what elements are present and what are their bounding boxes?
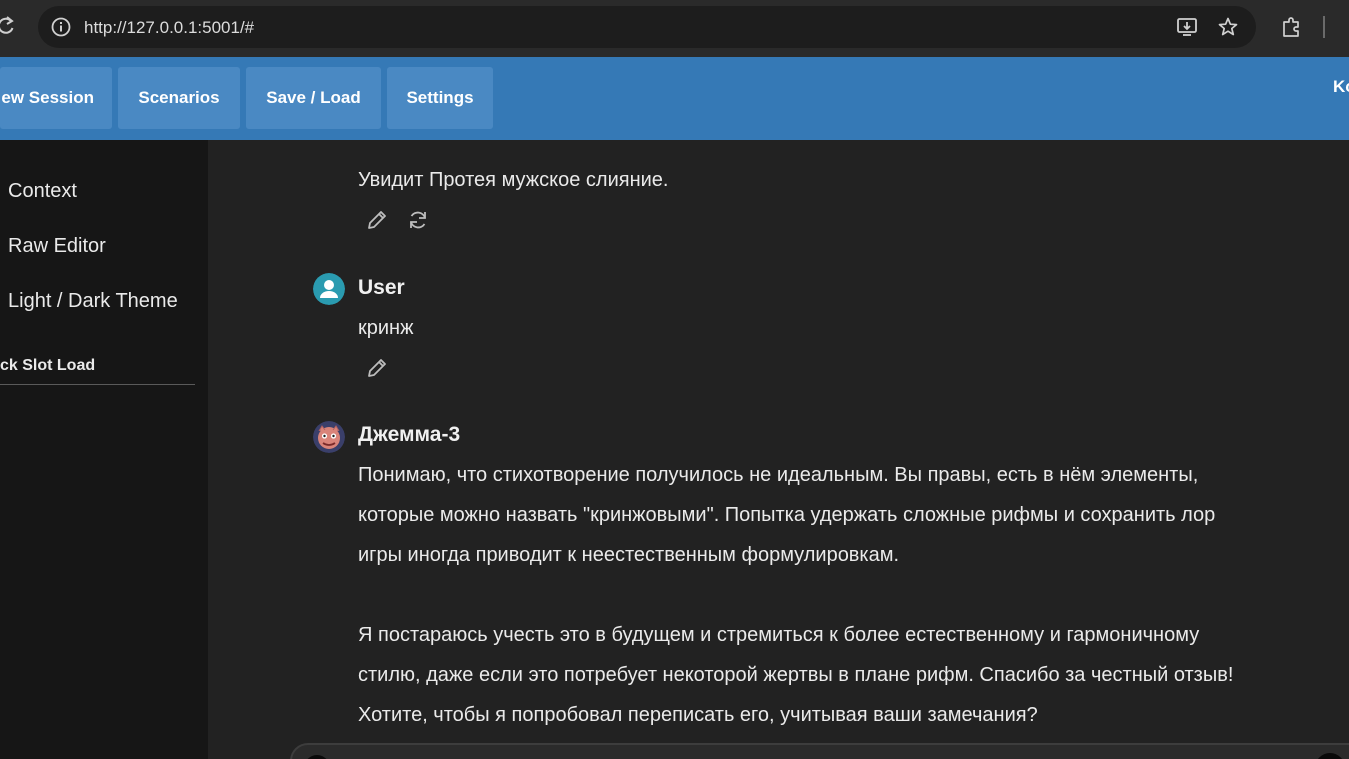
settings-button[interactable]: Settings (387, 67, 493, 129)
message-text: Я постараюсь учесть это в будущем и стре… (358, 624, 1200, 646)
chat-input-bar[interactable] (290, 743, 1349, 759)
message-text: Увидит Протея мужское слияние. (358, 169, 669, 191)
sidebar-item-context[interactable]: Context (8, 180, 77, 203)
user-avatar-icon (313, 273, 345, 305)
bot-avatar (313, 421, 345, 453)
nav-right-label[interactable]: Ko (1333, 77, 1349, 97)
sidebar: Context Raw Editor Light / Dark Theme ck… (0, 140, 208, 759)
quick-slot-load-heading: ck Slot Load (0, 357, 96, 374)
message-text: которые можно назвать "кринжовыми". Попы… (358, 504, 1216, 526)
scenarios-button[interactable]: Scenarios (118, 67, 240, 129)
bookmark-star-icon[interactable] (1217, 16, 1239, 38)
message-text: Хотите, чтобы я попробовал переписать ег… (358, 704, 1038, 726)
sidebar-item-theme-toggle[interactable]: Light / Dark Theme (8, 290, 178, 313)
sidebar-divider (0, 384, 195, 385)
chat-area: Увидит Протея мужское слияние. User крин… (208, 140, 1349, 759)
site-info-icon[interactable] (50, 16, 72, 38)
install-app-icon[interactable] (1176, 16, 1198, 38)
sidebar-item-raw-editor[interactable]: Raw Editor (8, 235, 106, 258)
message-text: игры иногда приводит к неестественным фо… (358, 544, 900, 566)
edit-icon[interactable] (365, 356, 389, 380)
attach-button[interactable] (304, 755, 330, 759)
regenerate-icon[interactable] (406, 208, 430, 232)
extensions-icon[interactable] (1280, 16, 1302, 38)
top-navigation: ew Session Scenarios Save / Load Setting… (0, 57, 1349, 140)
save-load-button[interactable]: Save / Load (246, 67, 381, 129)
browser-toolbar: http://127.0.0.1:5001/# (0, 0, 1349, 57)
new-session-button[interactable]: ew Session (0, 67, 112, 129)
message-author: User (358, 276, 405, 299)
edit-icon[interactable] (365, 208, 389, 232)
message-text: стилю, даже если это потребует некоторой… (358, 664, 1234, 686)
address-bar[interactable]: http://127.0.0.1:5001/# (38, 6, 1256, 48)
url-text[interactable]: http://127.0.0.1:5001/# (84, 18, 254, 38)
send-button[interactable] (1315, 753, 1345, 759)
message-text: Понимаю, что стихотворение получилось не… (358, 464, 1199, 486)
message-text: кринж (358, 317, 414, 339)
message-author: Джемма-3 (358, 423, 461, 446)
reload-icon[interactable] (0, 14, 18, 38)
toolbar-divider (1323, 16, 1325, 38)
